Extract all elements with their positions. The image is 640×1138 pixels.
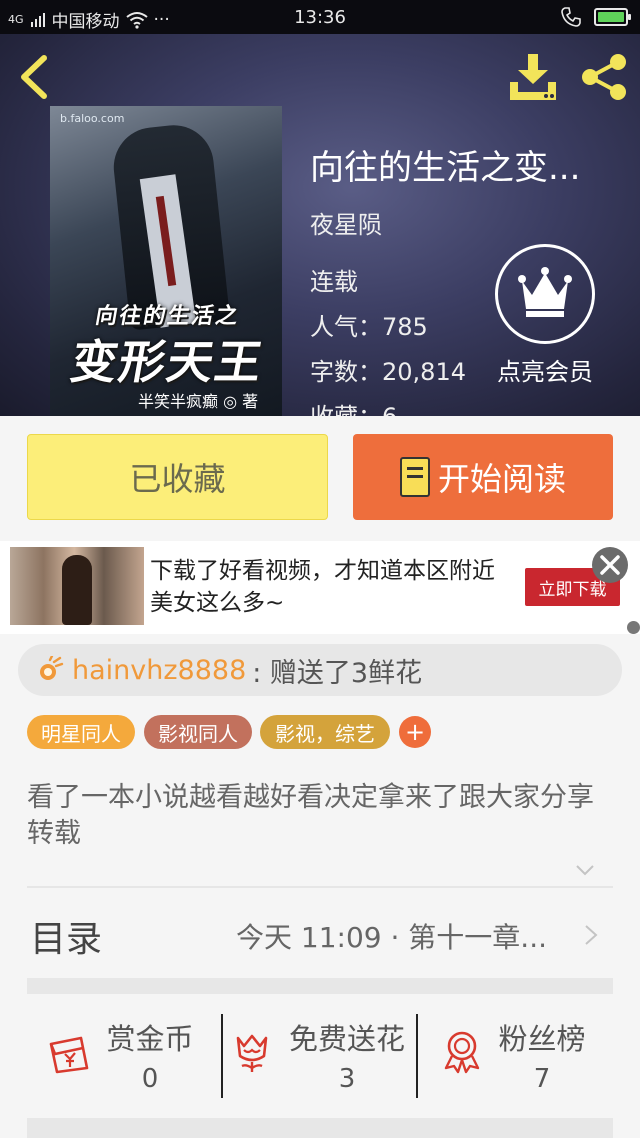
popularity-value: 785 — [382, 313, 428, 341]
book-status: 连载 — [310, 268, 358, 296]
vip-button[interactable]: 点亮会员 — [490, 244, 600, 387]
word-count-label: 字数： — [310, 358, 382, 386]
stat-coins[interactable]: 赏金币 0 — [100, 1016, 200, 1094]
stat-flowers[interactable]: 免费送花 3 — [280, 1016, 414, 1094]
chevron-down-icon[interactable] — [575, 860, 595, 880]
cover-title: 向往的生活之 变形天王 — [58, 298, 278, 392]
tag-item[interactable]: 影视同人 — [144, 715, 252, 749]
cover-site: b.faloo.com — [60, 112, 125, 125]
add-tag-button[interactable]: + — [399, 716, 431, 748]
tag-item[interactable]: 影视，综艺 — [260, 715, 390, 749]
cover-title-line2: 变形天王 — [66, 335, 269, 389]
gift-message: : 赠送了3鲜花 — [252, 657, 423, 689]
start-reading-label: 开始阅读 — [437, 460, 566, 498]
stat-fans-label: 粉丝榜 — [498, 1022, 586, 1056]
section-separator — [27, 1118, 613, 1138]
chevron-right-icon[interactable] — [582, 924, 600, 946]
divider — [27, 886, 613, 888]
book-header: 4G 中国移动 ··· 13:36 b.faloo.com 向往的生活之 变形天… — [0, 0, 640, 416]
battery-icon — [594, 8, 631, 26]
share-icon — [582, 54, 626, 100]
clock: 13:36 — [294, 7, 346, 28]
popularity-label: 人气： — [310, 313, 382, 341]
stat-flowers-value: 3 — [338, 1064, 356, 1094]
coin-envelope-icon[interactable] — [47, 1030, 91, 1074]
download-icon — [510, 54, 556, 100]
start-reading-button[interactable]: 开始阅读 — [353, 434, 613, 520]
tag-item[interactable]: 明星同人 — [27, 715, 135, 749]
stat-fans-value: 7 — [533, 1064, 551, 1094]
gift-banner: hainvhz8888 : 赠送了3鲜花 — [18, 644, 622, 696]
ad-info-icon[interactable] — [627, 621, 640, 634]
stat-flowers-label: 免费送花 — [288, 1022, 405, 1056]
chevron-left-icon — [21, 55, 47, 99]
section-separator — [27, 978, 613, 994]
gift-username[interactable]: hainvhz8888 — [72, 655, 246, 686]
book-icon — [399, 457, 430, 497]
stat-divider — [416, 1014, 418, 1098]
book-cover[interactable]: b.faloo.com 向往的生活之 变形天王 半笑半疯癫 ◎ 著 — [50, 106, 282, 416]
medal-icon[interactable] — [440, 1030, 484, 1074]
collected-button[interactable]: 已收藏 — [27, 434, 328, 520]
vip-label: 点亮会员 — [497, 358, 593, 386]
ad-close-button[interactable] — [592, 547, 628, 583]
favorites-value: 6 — [382, 403, 397, 416]
stat-divider — [221, 1014, 223, 1098]
share-button[interactable] — [580, 52, 630, 102]
collected-label: 已收藏 — [129, 460, 226, 498]
flower-icon[interactable] — [230, 1030, 274, 1074]
crown-icon — [495, 244, 595, 344]
favorites-label: 收藏： — [310, 403, 382, 416]
book-description: 看了一本小说越看越好看决定拿来了跟大家分享转载 — [27, 782, 594, 849]
ad-image — [10, 547, 144, 625]
status-bar: 4G 中国移动 ··· 13:36 — [0, 0, 640, 34]
stat-fans[interactable]: 粉丝榜 7 — [490, 1016, 594, 1094]
book-favorites: 收藏：6 — [310, 397, 397, 416]
book-popularity: 人气：785 — [310, 307, 428, 342]
book-author[interactable]: 夜星陨 — [310, 205, 382, 240]
close-icon — [600, 555, 620, 575]
word-count-value: 20,814 — [382, 358, 466, 386]
book-word-count: 字数：20,814 — [310, 352, 466, 387]
toc-label[interactable]: 目录 — [30, 910, 102, 962]
stat-coins-value: 0 — [141, 1064, 159, 1094]
stat-coins-label: 赏金币 — [106, 1022, 194, 1056]
call-icon — [561, 7, 581, 27]
toc-latest-chapter[interactable]: 今天 11:09 · 第十一章... — [236, 916, 576, 956]
download-button[interactable] — [506, 52, 560, 102]
cover-author: 半笑半疯癫 ◎ 著 — [138, 392, 259, 411]
flower-bouquet-icon — [40, 656, 64, 680]
ad-text: 下载了好看视频，才知道本区附近美女这么多~ — [150, 558, 495, 616]
book-title: 向往的生活之变... — [310, 148, 581, 188]
back-button[interactable] — [14, 52, 58, 102]
